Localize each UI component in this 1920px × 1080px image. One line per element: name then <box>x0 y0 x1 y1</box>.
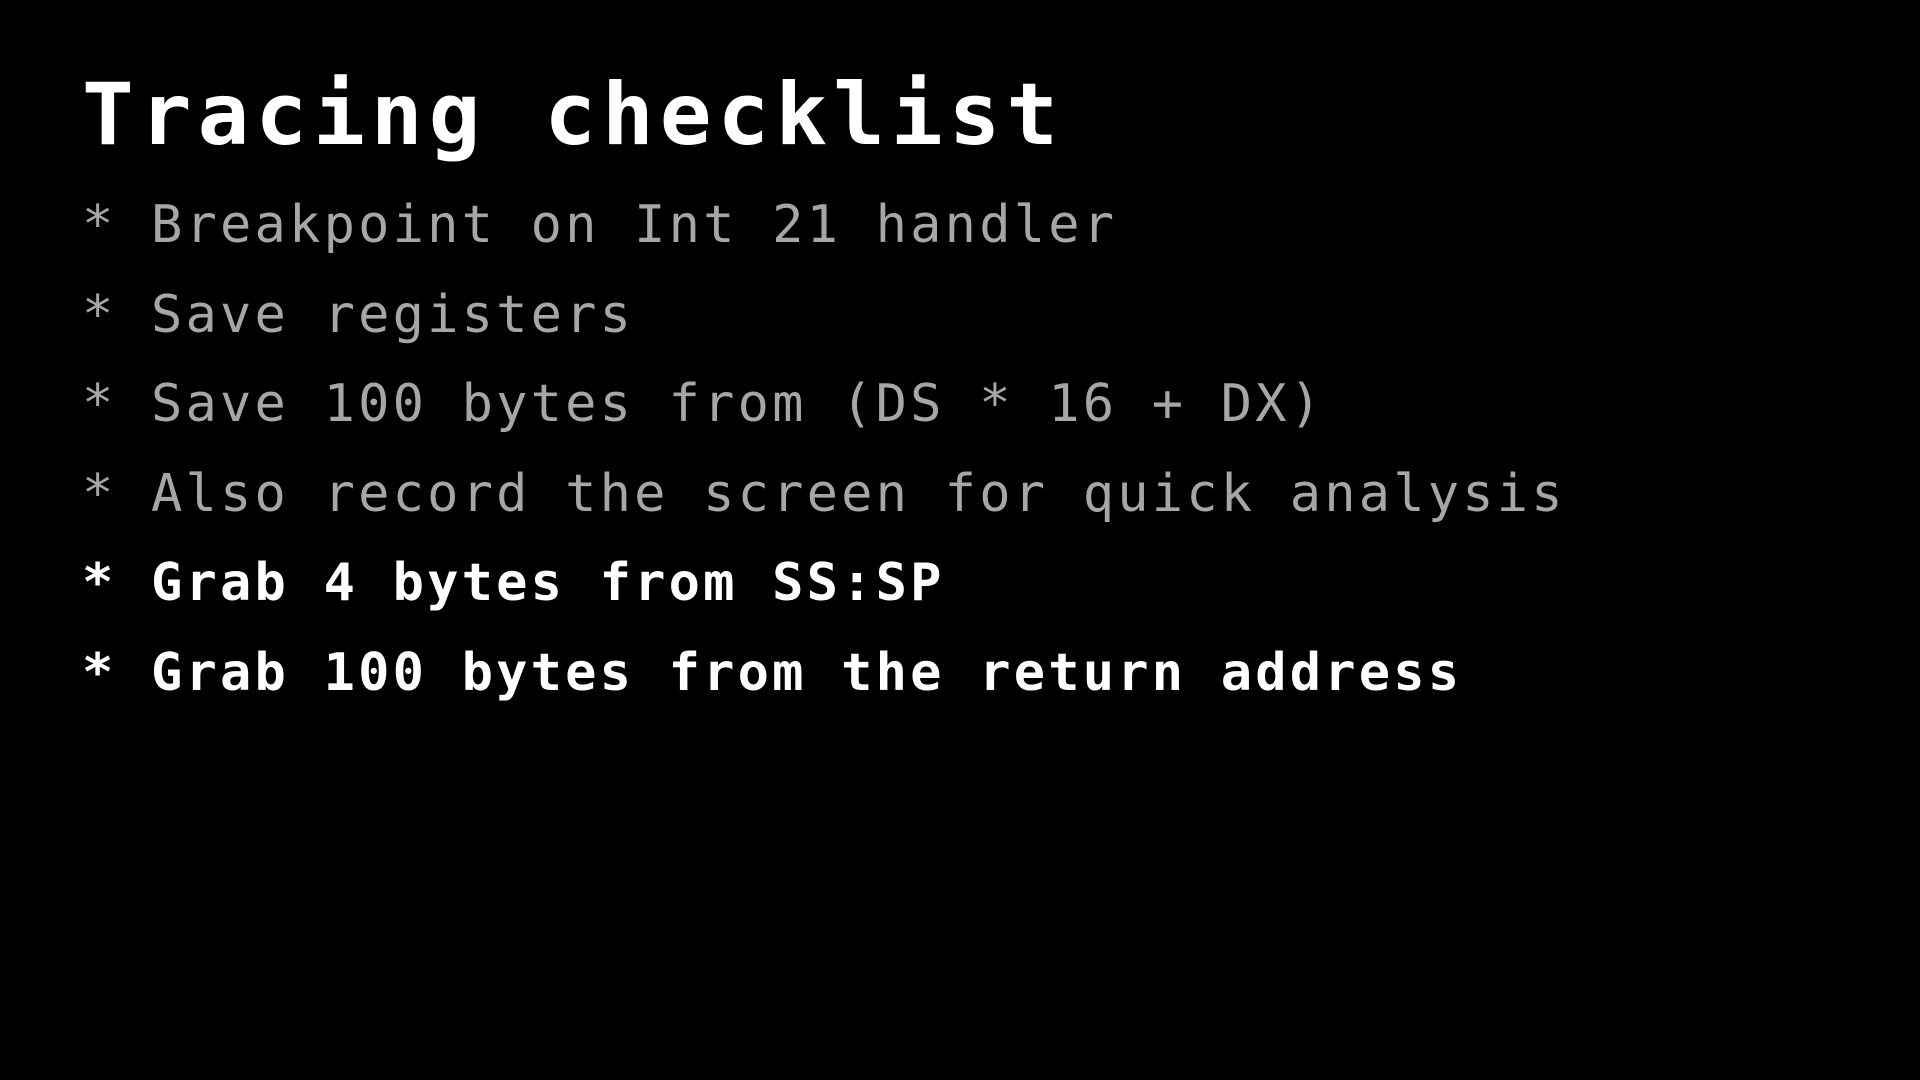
asterisk-bullet-icon: * <box>82 284 117 345</box>
list-item-label: Also record the screen for quick analysi… <box>151 463 1566 524</box>
list-item: * Save 100 bytes from (DS * 16 + DX) <box>82 371 1860 439</box>
asterisk-bullet-icon: * <box>82 463 117 524</box>
list-item-label: Save 100 bytes from (DS * 16 + DX) <box>151 374 1325 435</box>
page-title: Tracing checklist <box>82 65 1065 165</box>
asterisk-bullet-icon: * <box>82 374 117 435</box>
asterisk-bullet-icon: * <box>82 642 117 703</box>
list-item: * Breakpoint on Int 21 handler <box>82 192 1860 260</box>
asterisk-bullet-icon: * <box>82 195 117 255</box>
list-item: * Grab 100 bytes from the return address <box>82 640 1860 708</box>
list-item: * Grab 4 bytes from SS:SP <box>82 550 1860 618</box>
asterisk-bullet-icon: * <box>82 553 117 614</box>
list-item-label: Grab 100 bytes from the return address <box>151 642 1463 703</box>
list-item: * Save registers <box>82 282 1860 350</box>
list-item-label: Grab 4 bytes from SS:SP <box>151 553 945 614</box>
list-item-label: Save registers <box>151 284 635 345</box>
list-item-label: Breakpoint on Int 21 handler <box>151 195 1118 255</box>
tracing-checklist-list: * Breakpoint on Int 21 handler * Save reg… <box>82 192 1860 708</box>
presentation-slide: Tracing checklist * Breakpoint on Int 21… <box>0 0 1920 1080</box>
list-item: * Also record the screen for quick analy… <box>82 461 1860 529</box>
